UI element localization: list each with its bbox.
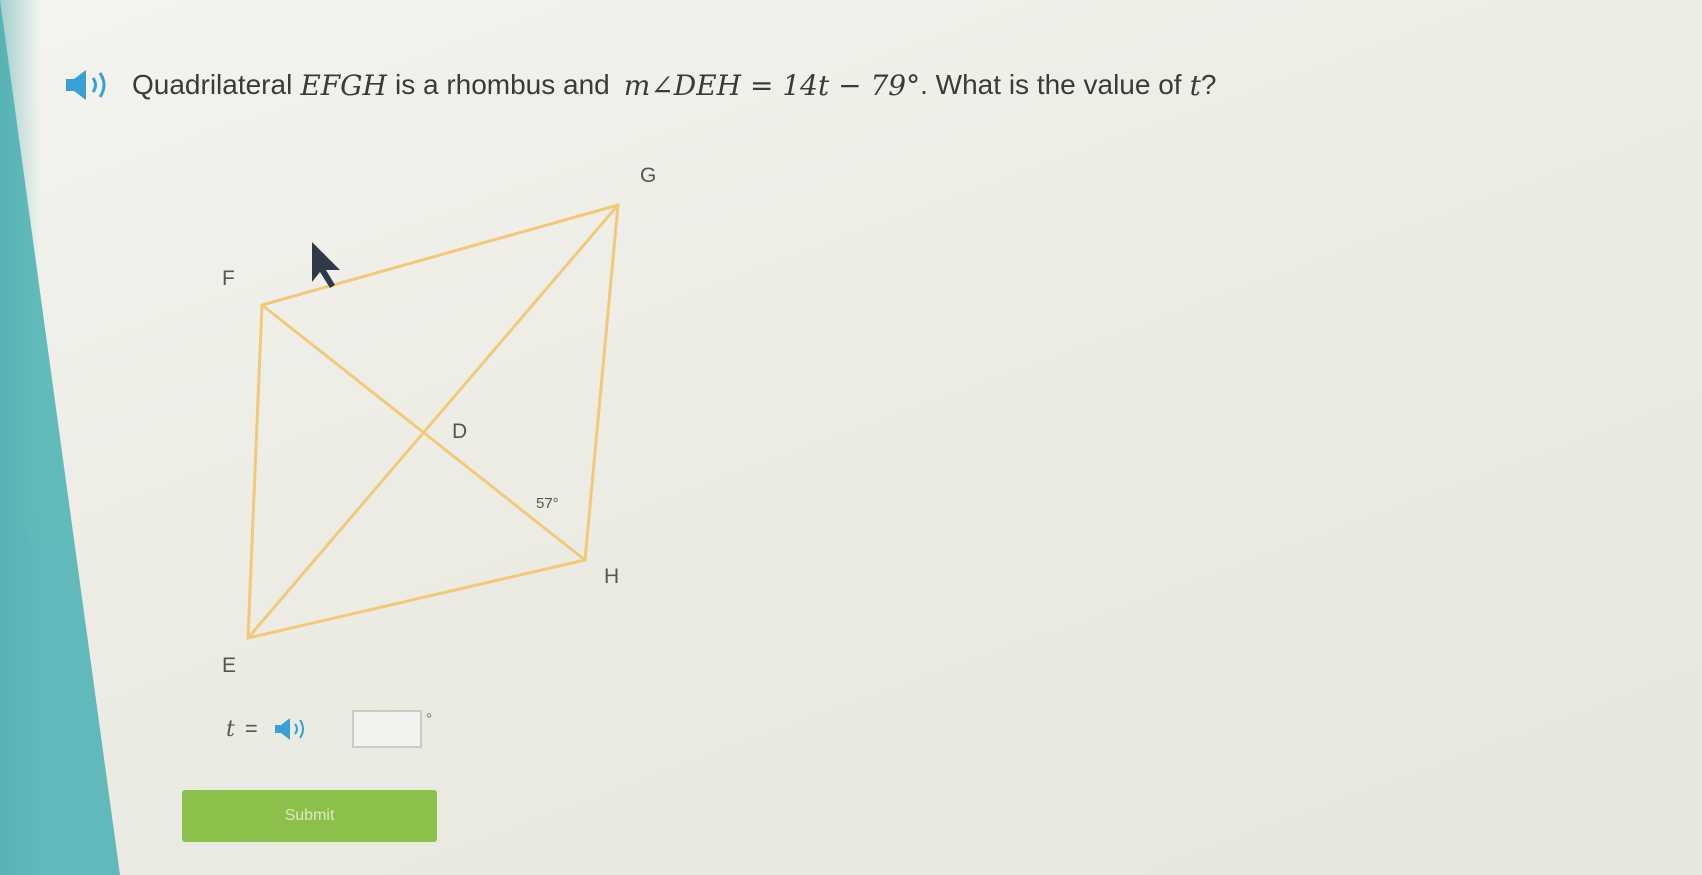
- answer-input[interactable]: [351, 710, 422, 748]
- answer-audio-button[interactable]: [272, 716, 312, 742]
- diagonal-fh: [261, 303, 586, 562]
- answer-unit: °: [425, 711, 433, 728]
- question-tail: . What is the value of: [920, 69, 1182, 100]
- speaker-icon: [274, 718, 304, 740]
- question-variable: t: [1189, 68, 1201, 102]
- mouse-cursor-icon: [312, 242, 340, 288]
- question-end: ?: [1200, 69, 1217, 100]
- vertex-label-e: E: [222, 654, 236, 677]
- answer-variable: t: [226, 716, 235, 742]
- vertex-label-g: G: [640, 164, 656, 187]
- answer-equals: =: [244, 716, 258, 741]
- vertex-label-d: D: [452, 420, 467, 443]
- answer-row: t = °: [226, 710, 432, 748]
- rhombus-figure: G F D H E 57°: [222, 164, 656, 677]
- vertex-label-f: F: [222, 267, 235, 290]
- angle-label: 57°: [536, 495, 559, 512]
- submit-button[interactable]: Submit: [182, 790, 437, 842]
- diagonal-eg: [246, 204, 620, 639]
- vertex-label-h: H: [604, 565, 619, 588]
